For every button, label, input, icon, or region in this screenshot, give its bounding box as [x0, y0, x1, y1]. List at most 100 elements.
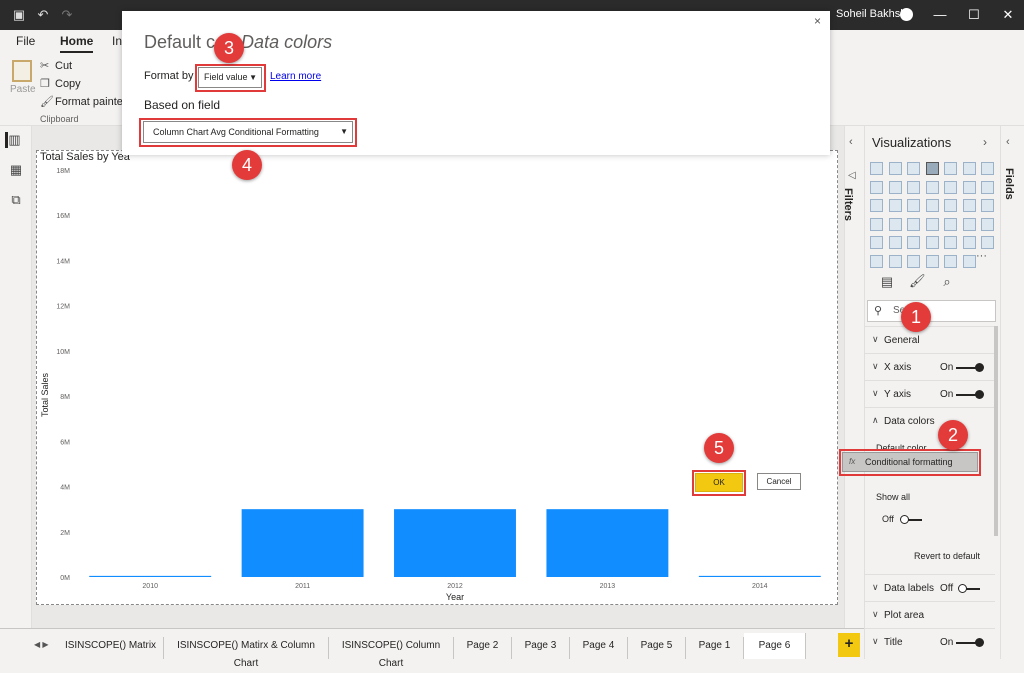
page-tab[interactable]: Page 6: [744, 633, 806, 659]
paint-roller-icon[interactable]: 🖌: [909, 273, 926, 289]
expand-chevron-icon[interactable]: ›: [983, 135, 987, 149]
section-data-labels[interactable]: ∨ Data labels Off: [864, 574, 995, 601]
visual-type-icon[interactable]: [944, 217, 957, 231]
format-pane-scrollbar[interactable]: [994, 326, 998, 536]
toggle-switch[interactable]: [956, 390, 984, 399]
toggle-switch[interactable]: [956, 638, 984, 647]
bar-2013[interactable]: [546, 509, 669, 577]
visual-type-icon[interactable]: [981, 217, 994, 231]
visual-type-icon[interactable]: [962, 217, 976, 231]
page-tab[interactable]: ISINSCOPE() Column Chart: [329, 637, 454, 669]
visual-type-icon[interactable]: [962, 199, 976, 212]
section-title[interactable]: ∨ Title On: [864, 628, 995, 655]
visual-type-icon[interactable]: [870, 236, 883, 249]
visual-type-icon[interactable]: [925, 162, 939, 175]
page-tab[interactable]: Page 5: [628, 637, 686, 659]
visual-type-icon[interactable]: [962, 180, 976, 194]
bar-2012[interactable]: [394, 509, 516, 577]
section-y-axis[interactable]: ∨ Y axis On: [864, 380, 995, 407]
section-x-axis[interactable]: ∨ X axis On: [864, 353, 995, 380]
visual-type-icon[interactable]: [870, 254, 883, 268]
cancel-button[interactable]: Cancel: [757, 473, 801, 490]
minimize-button[interactable]: —: [930, 6, 950, 24]
bar-2011[interactable]: [241, 509, 364, 577]
dialog-close-button[interactable]: ×: [814, 14, 821, 28]
visual-type-icon[interactable]: [907, 236, 920, 249]
show-all-toggle[interactable]: [900, 515, 922, 524]
visual-type-icon[interactable]: [925, 217, 939, 231]
paste-button[interactable]: Paste: [10, 60, 36, 95]
visual-type-icon[interactable]: [888, 254, 902, 268]
visual-type-icon[interactable]: [962, 236, 976, 249]
report-view-icon[interactable]: ▥: [5, 132, 21, 148]
visual-type-icon[interactable]: [888, 162, 902, 175]
visual-type-icon[interactable]: [944, 180, 957, 194]
section-data-colors[interactable]: ∧ Data colors: [864, 407, 995, 567]
model-view-icon[interactable]: ⧉: [8, 192, 24, 208]
close-window-button[interactable]: ✕: [998, 6, 1018, 24]
analytics-icon[interactable]: ⌕: [939, 274, 955, 290]
visual-type-icon[interactable]: [888, 199, 902, 212]
visual-type-icon[interactable]: [907, 162, 920, 175]
maximize-button[interactable]: ☐: [964, 6, 984, 24]
format-painter-button[interactable]: 🖌Format painter: [40, 95, 127, 108]
visual-type-icon[interactable]: [944, 162, 957, 175]
visual-type-icon[interactable]: [925, 254, 939, 268]
tab-file[interactable]: File: [16, 34, 35, 48]
filters-label[interactable]: Filters: [842, 188, 854, 221]
cut-button[interactable]: ✂ Cut: [40, 59, 72, 72]
visual-type-icon[interactable]: [925, 236, 939, 249]
bar-2014[interactable]: [698, 575, 821, 577]
visual-type-icon[interactable]: [870, 199, 883, 212]
page-tab[interactable]: Page 4: [570, 637, 628, 659]
visual-type-icon[interactable]: [870, 217, 883, 231]
bar-2010[interactable]: [89, 575, 212, 577]
add-page-button[interactable]: +: [838, 633, 860, 657]
data-view-icon[interactable]: ▦: [8, 162, 24, 178]
toggle-switch[interactable]: [958, 584, 980, 593]
visual-type-icon[interactable]: [870, 162, 883, 175]
visual-type-icon[interactable]: [944, 236, 957, 249]
visual-type-icon[interactable]: [888, 236, 902, 249]
visual-type-icon[interactable]: [925, 199, 939, 212]
avatar[interactable]: [900, 8, 913, 21]
copy-button[interactable]: ❐ Copy: [40, 77, 81, 90]
visual-type-icon[interactable]: [962, 254, 976, 268]
visual-type-icon[interactable]: [981, 236, 994, 249]
visual-type-icon[interactable]: [888, 217, 902, 231]
undo-icon[interactable]: ↶: [36, 8, 50, 22]
visual-type-icon[interactable]: [907, 217, 920, 231]
format-search-input[interactable]: [867, 300, 996, 322]
visual-type-icon[interactable]: [944, 199, 957, 212]
save-icon[interactable]: ▣: [12, 8, 26, 22]
visual-type-icon[interactable]: [981, 180, 994, 194]
visual-type-icon[interactable]: [981, 199, 994, 212]
visual-type-icon[interactable]: [888, 180, 902, 194]
page-tab[interactable]: ISINSCOPE() Matirx & Column Chart: [164, 637, 329, 669]
redo-icon[interactable]: ↷: [60, 8, 74, 22]
page-tab[interactable]: Page 1: [686, 637, 744, 659]
learn-more-link[interactable]: Learn more: [270, 71, 321, 82]
fields-tool-icon[interactable]: ▤: [879, 274, 895, 290]
user-name[interactable]: Soheil Bakhshi: [836, 8, 909, 20]
visual-type-icon[interactable]: [907, 180, 920, 194]
more-visuals-icon[interactable]: ···: [976, 250, 987, 262]
toggle-switch[interactable]: [956, 363, 984, 372]
visual-type-icon[interactable]: [925, 180, 939, 194]
visual-type-icon[interactable]: [907, 199, 920, 212]
page-tab[interactable]: Page 3: [512, 637, 570, 659]
revert-to-default-link[interactable]: Revert to default: [914, 551, 980, 561]
tab-scroll-arrows-icon[interactable]: ◀ ▶: [34, 640, 49, 649]
visual-type-icon[interactable]: [907, 254, 920, 268]
tab-home[interactable]: Home: [60, 34, 94, 53]
page-tab[interactable]: Page 2: [454, 637, 512, 659]
visual-type-icon[interactable]: [962, 162, 976, 175]
visual-type-icon[interactable]: [944, 254, 957, 268]
fields-label[interactable]: Fields: [1003, 168, 1015, 200]
page-tab[interactable]: ISINSCOPE() Matrix: [58, 637, 164, 659]
section-general[interactable]: ∨ General: [864, 326, 995, 353]
visual-type-icon[interactable]: [870, 180, 883, 194]
fields-pane[interactable]: [1000, 126, 1024, 659]
collapse-chevron-icon[interactable]: ‹: [1006, 136, 1010, 148]
section-plot-area[interactable]: ∨ Plot area: [864, 601, 995, 628]
